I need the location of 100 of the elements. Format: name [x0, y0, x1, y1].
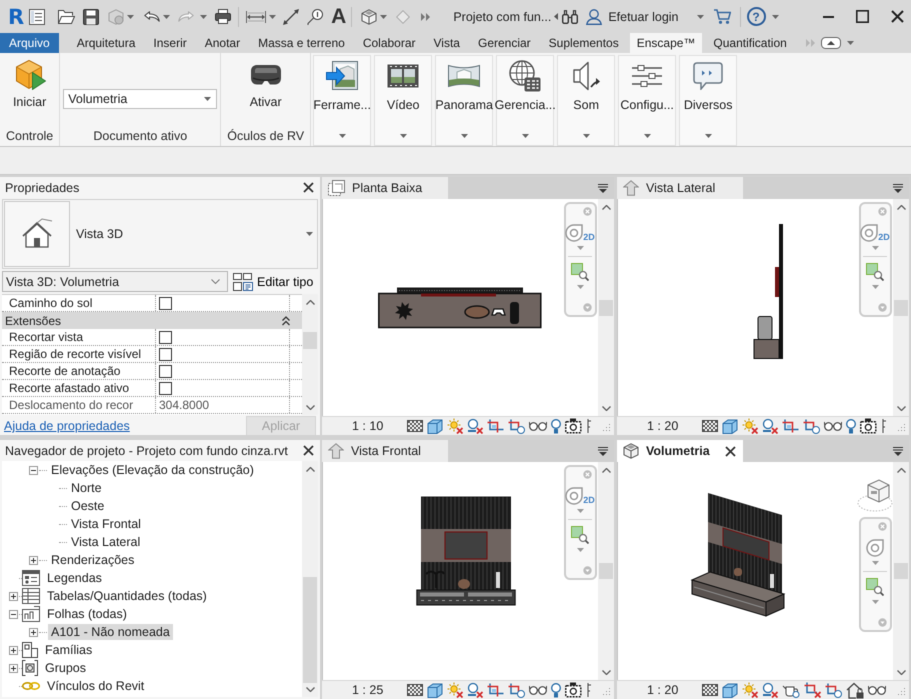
cube-icon[interactable] [722, 682, 738, 698]
checkerboard-icon[interactable] [702, 684, 718, 696]
scale-button[interactable]: 1 : 20 [647, 419, 678, 433]
tree-item[interactable]: Famílias [42, 642, 96, 658]
ribbon-tab[interactable]: Colaborar [354, 33, 425, 53]
ribbon-tab[interactable]: Enscape™ [630, 33, 702, 53]
camera-icon[interactable] [565, 682, 584, 698]
scroll-up-icon[interactable] [602, 468, 610, 473]
expand-icon[interactable] [8, 664, 18, 672]
scrollbar-thumb[interactable] [894, 300, 908, 316]
caret-icon[interactable] [872, 600, 878, 604]
expand-icon[interactable] [28, 628, 38, 636]
edit-type-button[interactable]: Editar tipo [233, 272, 314, 290]
scrollbar-track[interactable] [893, 462, 909, 680]
cart-icon[interactable] [714, 9, 730, 24]
shadow-off-icon[interactable] [467, 682, 484, 698]
caret-left-icon[interactable] [554, 13, 558, 20]
expand-icon[interactable] [8, 646, 18, 654]
scroll-down-icon[interactable] [306, 687, 314, 692]
tree-item[interactable]: Renderizações [48, 552, 138, 568]
crop-icon[interactable] [782, 419, 800, 433]
scrollbar-thumb[interactable] [599, 300, 613, 316]
tick-marks-icon[interactable] [587, 419, 592, 433]
scroll-down-icon[interactable] [602, 670, 610, 675]
maximize-icon[interactable] [856, 10, 869, 23]
lightbulb-icon[interactable] [551, 418, 562, 434]
login-button[interactable]: Efetuar login [586, 8, 678, 24]
scroll-up-icon[interactable] [306, 300, 314, 305]
zoom-icon[interactable] [571, 263, 589, 281]
scroll-up-icon[interactable] [896, 205, 906, 210]
expand-icon[interactable] [8, 592, 18, 600]
view-tab[interactable]: Vista Lateral [617, 177, 743, 199]
document-select[interactable]: Volumetria [63, 89, 218, 109]
zoom-icon[interactable] [866, 578, 884, 596]
tree-item[interactable]: Tabelas/Quantidades (todas) [44, 588, 210, 604]
view-tab[interactable]: Vista Frontal [322, 440, 448, 462]
steering-wheel-icon[interactable] [565, 487, 584, 505]
sun-off-icon[interactable] [742, 682, 758, 698]
expand-icon[interactable] [28, 556, 38, 564]
checkbox[interactable] [159, 296, 172, 310]
tree-item[interactable]: Vista Frontal [68, 516, 144, 532]
caret-icon[interactable] [696, 14, 704, 18]
shadow-off-icon[interactable] [467, 418, 484, 434]
binoculars-icon[interactable] [562, 10, 578, 24]
scroll-up-icon[interactable] [306, 467, 314, 472]
scrollbar-track[interactable] [598, 462, 614, 680]
view-tab[interactable]: Volumetria [617, 440, 743, 462]
caret-icon[interactable] [772, 14, 778, 18]
caret-icon[interactable] [576, 285, 584, 289]
scale-button[interactable]: 1 : 25 [352, 683, 384, 697]
menu-icon[interactable] [29, 8, 46, 24]
video-menu-button[interactable]: Vídeo [374, 55, 432, 146]
scrollbar-track[interactable] [302, 294, 318, 415]
tag-icon[interactable] [307, 8, 324, 24]
teapot-icon[interactable] [782, 682, 800, 698]
checkbox[interactable] [159, 348, 172, 360]
caret-icon[interactable] [576, 548, 584, 552]
glasses-icon[interactable] [824, 421, 842, 431]
scroll-down-icon[interactable] [306, 405, 314, 410]
minimize-icon[interactable] [823, 16, 834, 18]
sun-off-icon[interactable] [742, 418, 758, 434]
collapse-icon[interactable] [282, 316, 290, 326]
crop-off-icon[interactable] [804, 682, 822, 698]
tree-item[interactable]: Elevações (Elevação da construção) [48, 462, 257, 478]
start-button[interactable]: Iniciar [10, 57, 48, 109]
caret-icon[interactable] [872, 561, 878, 565]
activate-button[interactable]: Ativar [248, 57, 284, 109]
crop-icon[interactable] [487, 683, 504, 697]
glasses-icon[interactable] [868, 685, 886, 695]
panorama-menu-button[interactable]: Panorama [435, 55, 494, 146]
steering-wheel-icon[interactable] [565, 224, 584, 242]
ribbon-tab[interactable]: Arquivo [0, 33, 59, 53]
house-lock-icon[interactable] [846, 682, 864, 698]
ribbon-tab[interactable]: Massa e terreno [249, 33, 354, 53]
caret-icon[interactable] [200, 14, 208, 18]
checkerboard-icon[interactable] [407, 684, 424, 696]
caret-icon[interactable] [127, 14, 134, 18]
view-menu-icon[interactable] [598, 446, 608, 456]
sound-menu-button[interactable]: Som [557, 55, 616, 146]
scroll-down-icon[interactable] [896, 670, 906, 675]
diagonal-arrow-icon[interactable] [283, 8, 300, 24]
crop-region-icon[interactable] [508, 682, 526, 698]
view-menu-icon[interactable] [893, 184, 903, 192]
camera-icon[interactable] [565, 418, 584, 434]
cube-icon[interactable] [427, 418, 444, 434]
caret-icon[interactable] [872, 285, 878, 289]
close-icon[interactable] [891, 10, 904, 23]
shadow-off-icon[interactable] [762, 418, 778, 434]
checkbox[interactable] [159, 382, 172, 394]
steering-wheel-icon[interactable] [860, 224, 878, 242]
ribbon-tab[interactable]: Gerenciar [468, 33, 540, 53]
tree-item[interactable]: Vínculos do Revit [44, 678, 148, 694]
type-selector[interactable]: Vista 3D [2, 199, 318, 269]
checkbox[interactable] [159, 330, 172, 344]
scrollbar-track[interactable] [893, 199, 909, 416]
caret-icon[interactable] [163, 14, 170, 18]
steering-wheel-icon[interactable] [866, 539, 884, 557]
scale-button[interactable]: 1 : 20 [647, 683, 678, 697]
tools-menu-button[interactable]: Ferrame... [313, 55, 372, 146]
ribbon-tab[interactable]: Anotar [196, 33, 250, 53]
